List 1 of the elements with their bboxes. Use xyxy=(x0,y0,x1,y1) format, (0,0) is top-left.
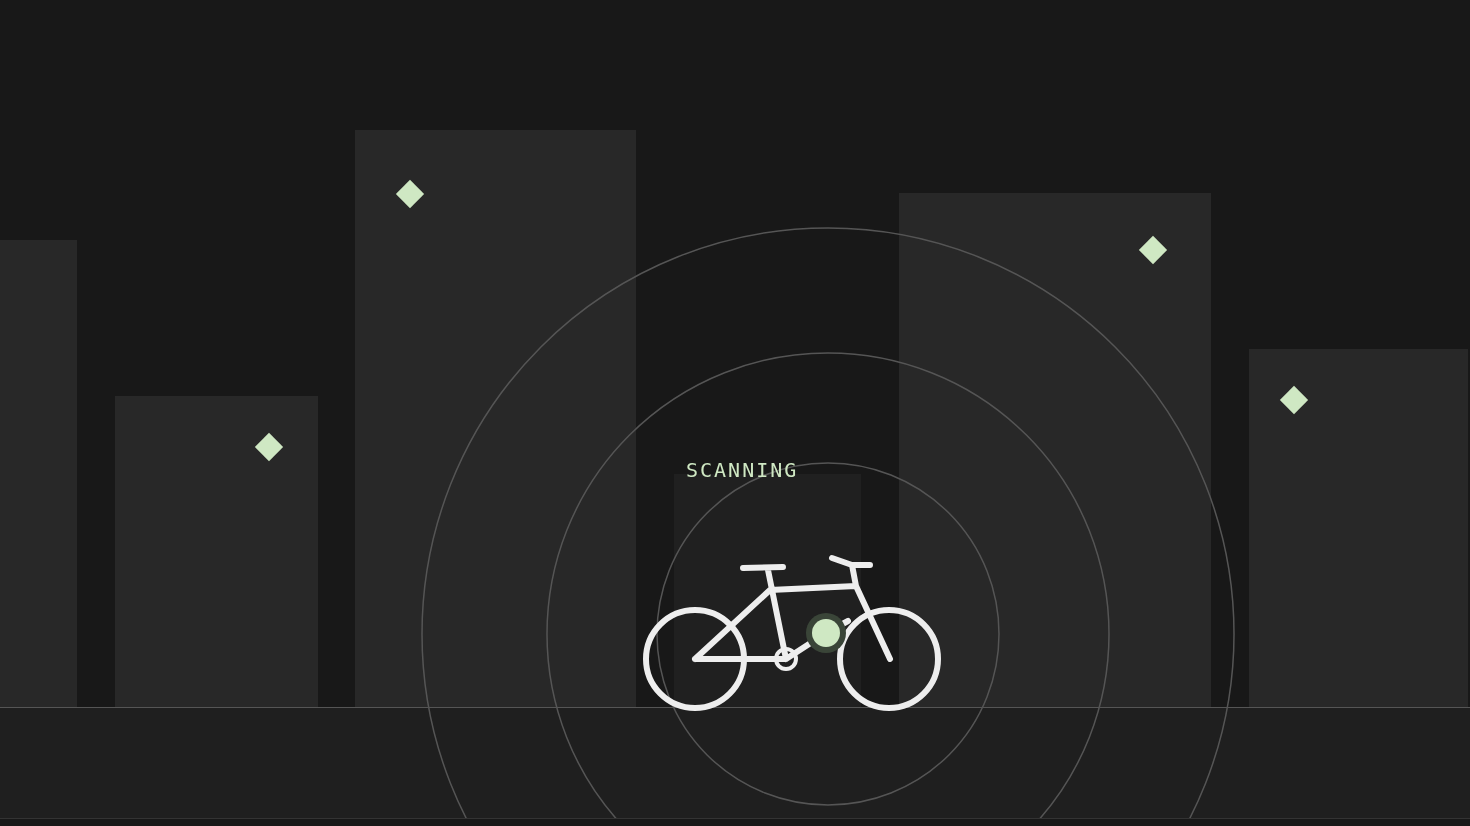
status-label: SCANNING xyxy=(686,458,799,482)
